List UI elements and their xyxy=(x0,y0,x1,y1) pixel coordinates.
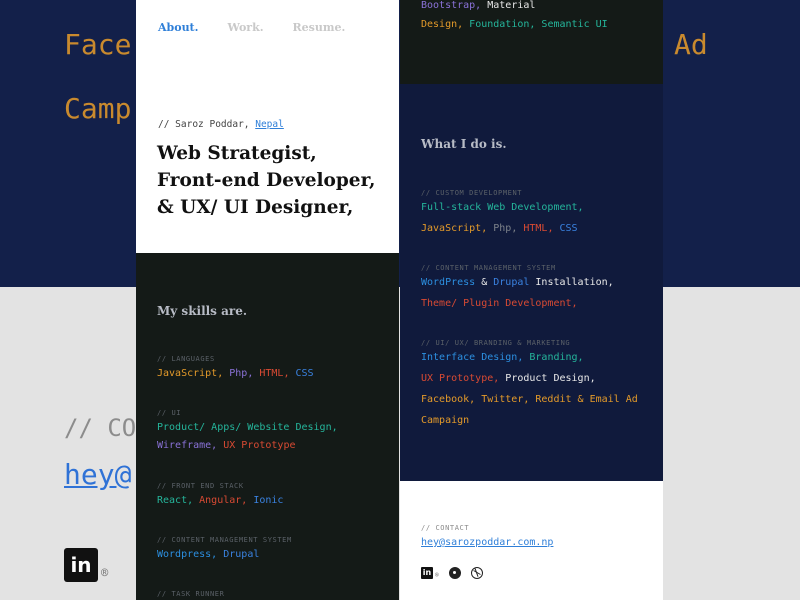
skill-line: Design, Foundation, Semantic UI xyxy=(421,19,608,30)
skill-line: Wireframe, UX Prototype xyxy=(157,440,296,451)
skill-token: CSS xyxy=(553,223,578,234)
skill-token: UX Prototype xyxy=(217,440,296,451)
nav-item-work[interactable]: Work. xyxy=(227,21,263,34)
what-i-do-card: What I do is. // CUSTOM DEVELOPMENT Full-… xyxy=(400,84,663,481)
group-label: // CONTENT MANAGEMENT SYSTEM xyxy=(421,264,556,272)
nav-item-resume[interactable]: Resume. xyxy=(293,21,346,34)
nav-item-about[interactable]: About. xyxy=(158,21,198,34)
background-text: Face xyxy=(64,28,132,61)
contact-label: // CONTACT xyxy=(421,524,470,532)
byline-prefix: // Saroz Poddar, xyxy=(158,119,256,130)
skill-line: JavaScript, Php, HTML, CSS xyxy=(157,368,314,379)
dribbble-icon[interactable] xyxy=(470,566,483,579)
right-column: Bootstrap, Material Design, Foundation, S… xyxy=(400,0,663,600)
skill-token: Ionic xyxy=(247,495,284,506)
linkedin-icon[interactable]: in xyxy=(421,566,433,579)
skill-token: Branding, xyxy=(523,352,584,363)
headline: Web Strategist, Front-end Developer, & UX/… xyxy=(157,140,397,221)
skill-token: HTML, xyxy=(517,223,554,234)
background-contact-label: // CO xyxy=(64,414,137,442)
skill-token: Design, xyxy=(421,19,464,30)
byline: // Saroz Poddar, Nepal xyxy=(158,119,284,130)
skill-token: Theme/ Plugin Development, xyxy=(421,298,578,309)
contact-email-link[interactable]: hey@sarozpoddar.com.np xyxy=(421,537,553,548)
contact-card: // CONTACT hey@sarozpoddar.com.np in ® xyxy=(400,481,663,600)
skill-token: Php, xyxy=(487,223,518,234)
skill-token: JavaScript, xyxy=(157,368,224,379)
left-column: About. Work. Resume. // Saroz Poddar, Nepa… xyxy=(136,0,399,600)
headline-line: & UX/ UI Designer, xyxy=(157,197,354,218)
github-icon[interactable] xyxy=(448,566,461,579)
skill-line: Theme/ Plugin Development, xyxy=(421,298,578,309)
skill-token: Installation, xyxy=(529,277,614,288)
skill-line: Full-stack Web Development, xyxy=(421,202,584,213)
skill-token: HTML, xyxy=(253,368,290,379)
skill-line: JavaScript, Php, HTML, CSS xyxy=(421,223,578,234)
skill-token: Reddit & Email Ad xyxy=(529,394,638,405)
social-links: in ® xyxy=(421,566,483,579)
skill-line: Bootstrap, Material xyxy=(421,0,535,11)
skill-token: WordPress xyxy=(421,277,476,288)
skill-token: Material xyxy=(481,0,536,11)
skill-token: Wireframe, xyxy=(157,440,218,451)
skill-line: Facebook, Twitter, Reddit & Email Ad xyxy=(421,394,638,405)
skill-token: Drupal xyxy=(217,549,260,560)
skill-line: WordPress & Drupal Installation, xyxy=(421,277,614,288)
skill-token: Interface Design, xyxy=(421,352,524,363)
group-label: // CUSTOM DEVELOPMENT xyxy=(421,189,523,197)
skill-token: Bootstrap, xyxy=(421,0,482,11)
group-label: // CONTENT MANAGEMENT SYSTEM xyxy=(157,536,292,544)
skill-token: Wordpress, xyxy=(157,549,218,560)
group-label: // TASK RUNNER xyxy=(157,590,225,598)
group-label: // UI/ UX/ BRANDING & MARKETING xyxy=(421,339,571,347)
skill-token: & xyxy=(475,277,488,288)
skill-token: Angular, xyxy=(193,495,248,506)
group-label: // UI xyxy=(157,409,182,417)
skill-token: Semantic UI xyxy=(535,19,608,30)
skill-token: Drupal xyxy=(487,277,530,288)
skill-token: Campaign xyxy=(421,415,470,426)
skill-line: Wordpress, Drupal xyxy=(157,549,259,560)
background-email-link[interactable]: hey@ xyxy=(64,458,131,491)
skill-token: Twitter, xyxy=(475,394,530,405)
what-i-do-title: What I do is. xyxy=(421,137,507,151)
background-text: Camp xyxy=(64,92,132,125)
skill-token: Full-stack Web Development, xyxy=(421,202,584,213)
skill-token: Facebook, xyxy=(421,394,476,405)
skill-token: Php, xyxy=(223,368,254,379)
registered-mark: ® xyxy=(101,566,109,580)
headline-line: Web Strategist, xyxy=(157,143,317,164)
skill-line: Campaign xyxy=(421,415,469,426)
skills-card: My skills are. // LANGUAGES JavaScript, P… xyxy=(136,253,399,600)
skill-line: UX Prototype, Product Design, xyxy=(421,373,596,384)
skill-line: React, Angular, Ionic xyxy=(157,495,283,506)
skill-token: CSS xyxy=(289,368,314,379)
registered-mark: ® xyxy=(435,572,439,579)
location-link[interactable]: Nepal xyxy=(255,119,284,130)
skill-token: JavaScript, xyxy=(421,223,488,234)
skill-token: UX Prototype, xyxy=(421,373,500,384)
skill-line: Product/ Apps/ Website Design, xyxy=(157,422,338,433)
background-text: Ad xyxy=(674,28,708,61)
group-label: // LANGUAGES xyxy=(157,355,215,363)
skill-token: Foundation, xyxy=(463,19,536,30)
linkedin-icon[interactable]: in xyxy=(64,548,98,582)
skill-token: React, xyxy=(157,495,194,506)
group-label: // FRONT END STACK xyxy=(157,482,244,490)
skill-token: Product Design, xyxy=(499,373,596,384)
headline-line: Front-end Developer, xyxy=(157,170,376,191)
main-nav: About. Work. Resume. xyxy=(158,21,345,34)
skill-line: Interface Design, Branding, xyxy=(421,352,584,363)
skill-token: Product/ Apps/ Website Design, xyxy=(157,422,338,433)
skills-title: My skills are. xyxy=(157,304,248,318)
intro-card: About. Work. Resume. // Saroz Poddar, Nepa… xyxy=(136,0,399,253)
skills-continued-card: Bootstrap, Material Design, Foundation, S… xyxy=(400,0,663,84)
